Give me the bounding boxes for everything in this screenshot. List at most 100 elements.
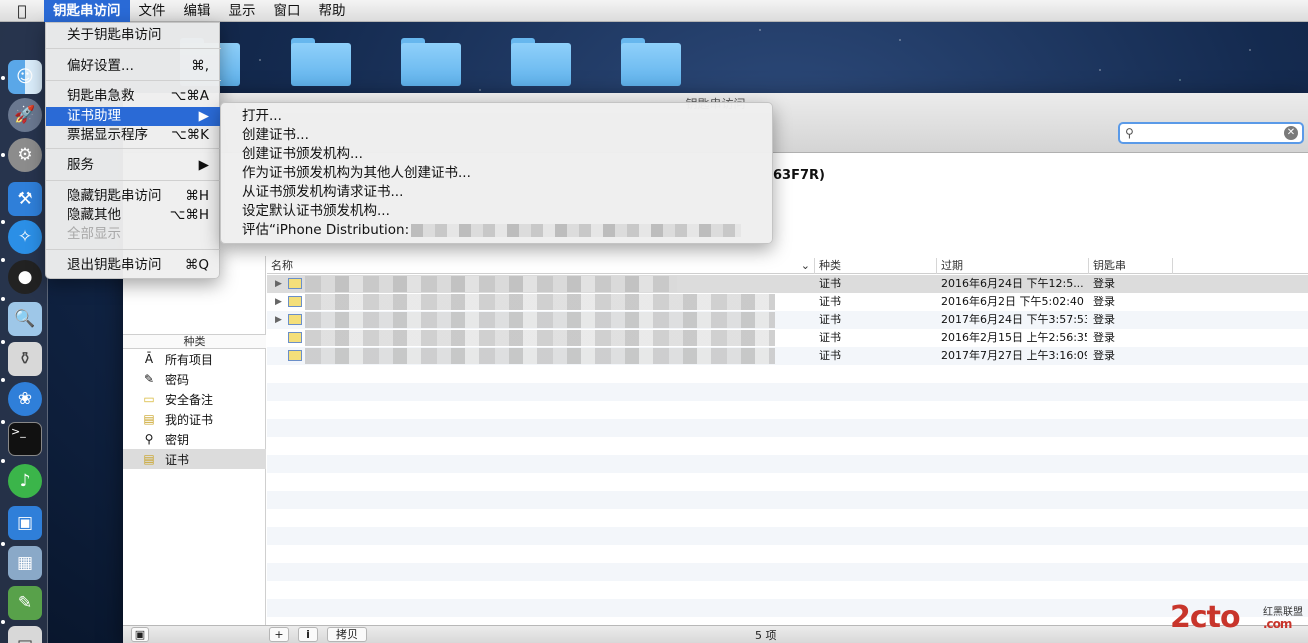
password-icon: ✎ (143, 372, 155, 386)
menu-edit[interactable]: 编辑 (175, 0, 220, 22)
desktop-folder-icon[interactable] (621, 38, 681, 86)
empty-row (267, 437, 1308, 455)
copy-button[interactable]: 拷贝 (327, 627, 367, 642)
category-label: 我的证书 (165, 412, 214, 427)
running-indicator (1, 76, 5, 80)
empty-row (267, 563, 1308, 581)
running-indicator (1, 258, 5, 262)
row-keychain: 登录 (1093, 295, 1115, 308)
empty-row (267, 455, 1308, 473)
redacted-name (305, 330, 775, 346)
desktop-folder-icon[interactable] (511, 38, 571, 86)
category-passwords[interactable]: ✎ 密码 (123, 369, 266, 389)
submenu-item-request-from-ca[interactable]: 从证书颁发机构请求证书... (221, 183, 774, 202)
category-label: 安全备注 (165, 392, 214, 407)
menu-file[interactable]: 文件 (130, 0, 175, 22)
submenu-item-evaluate[interactable]: 评估“iPhone Distribution: (221, 221, 774, 240)
disclosure-triangle-icon[interactable]: ▶ (275, 311, 282, 329)
category-certificates[interactable]: ▤ 证书 (123, 449, 266, 469)
category-header: 种类 (123, 334, 266, 349)
table-row[interactable]: ▶ 证书 2016年6月2日 下午5:02:40 登录 (267, 293, 1308, 311)
column-header-kind[interactable]: 种类 (815, 258, 937, 274)
preview-icon[interactable]: 🔍 (8, 302, 42, 336)
running-indicator (1, 340, 5, 344)
photo-app-icon[interactable]: ▦ (8, 546, 42, 580)
music-app-icon[interactable]: ♪ (8, 464, 42, 498)
table-row[interactable]: 证书 2017年7月27日 上午3:16:09 登录 (267, 347, 1308, 365)
column-header-name[interactable]: 名称 ⌄ (267, 258, 815, 274)
disclosure-triangle-icon[interactable]: ▶ (275, 293, 282, 311)
menu-item-quit[interactable]: 退出钥匙串访问 ⌘Q (46, 256, 221, 275)
certificate-icon (288, 350, 302, 361)
submenu-item-create-certificate[interactable]: 创建证书... (221, 126, 774, 145)
column-label: 名称 (271, 259, 293, 272)
category-all-items[interactable]: Ā 所有项目 (123, 349, 266, 369)
menu-separator (46, 148, 221, 149)
table-row[interactable]: 证书 2016年2月15日 上午2:56:35 登录 (267, 329, 1308, 347)
submenu-item-set-default-ca[interactable]: 设定默认证书颁发机构... (221, 202, 774, 221)
simulator-icon[interactable]: ▣ (8, 506, 42, 540)
safari-icon[interactable]: ✧ (8, 220, 42, 254)
redacted-name (305, 294, 775, 310)
submenu-item-create-ca[interactable]: 创建证书颁发机构... (221, 145, 774, 164)
search-icon: ⚲ (1125, 126, 1134, 140)
xcode-icon[interactable]: ⚒ (8, 182, 42, 216)
running-indicator (1, 153, 5, 157)
menu-item-first-aid[interactable]: 钥匙串急救 ⌥⌘A (46, 87, 221, 106)
table-row[interactable]: ▶ 证书 2016年6月24日 下午12:5... 登录 (267, 275, 1308, 293)
system-preferences-icon[interactable]: ⚙ (8, 138, 42, 172)
menu-separator (46, 80, 221, 81)
redacted-name (305, 276, 677, 292)
desktop-folder-icon[interactable] (401, 38, 461, 86)
search-field[interactable]: ⚲ ✕ (1118, 122, 1304, 144)
category-keys[interactable]: ⚲ 密钥 (123, 429, 266, 449)
screen-app-icon[interactable]: ▭ (8, 626, 42, 643)
add-item-button[interactable]: + (269, 627, 289, 642)
apple-menu-icon[interactable]:  (0, 2, 44, 20)
menu-item-services[interactable]: 服务 ▶ (46, 156, 221, 175)
launchpad-icon[interactable]: 🚀 (8, 98, 42, 132)
category-label: 密钥 (165, 432, 190, 447)
menu-item-hide[interactable]: 隐藏钥匙串访问 ⌘H (46, 187, 221, 206)
menu-item-preferences[interactable]: 偏好设置... ⌘, (46, 57, 221, 76)
clear-search-icon[interactable]: ✕ (1284, 126, 1298, 140)
category-label: 所有项目 (165, 352, 214, 367)
desktop-folder-icon[interactable] (291, 38, 351, 86)
redacted-name (305, 312, 775, 328)
toggle-sidebar-button[interactable]: ▣ (131, 627, 149, 642)
category-secure-notes[interactable]: ▭ 安全备注 (123, 389, 266, 409)
search-input[interactable] (1142, 125, 1282, 141)
menu-item-ticket-viewer[interactable]: 票据显示程序 ⌥⌘K (46, 126, 221, 145)
column-header-expires[interactable]: 过期 (937, 258, 1089, 274)
info-button[interactable]: i (298, 627, 318, 642)
row-expires: 2016年2月15日 上午2:56:35 (941, 331, 1087, 344)
baidu-icon[interactable]: ❀ (8, 382, 42, 416)
category-my-certificates[interactable]: ▤ 我的证书 (123, 409, 266, 429)
terminal-icon[interactable]: >_ (8, 422, 42, 456)
finder-icon[interactable]: ☺ (8, 60, 42, 94)
cert-icon: ▤ (143, 452, 155, 466)
empty-row (267, 545, 1308, 563)
menu-item-hide-others[interactable]: 隐藏其他 ⌥⌘H (46, 206, 221, 225)
table-row[interactable]: ▶ 证书 2017年6月24日 下午3:57:53 登录 (267, 311, 1308, 329)
menu-window[interactable]: 窗口 (265, 0, 310, 22)
keychain-icon[interactable]: ⚱ (8, 342, 42, 376)
sidebar: 种类 Ā 所有项目 ✎ 密码 ▭ 安全备注 ▤ 我的证书 ⚲ 密钥 ▤ 证书 (123, 256, 266, 625)
column-header-keychain[interactable]: 钥匙串 (1089, 258, 1173, 274)
certificate-icon (288, 278, 302, 289)
submenu-item-create-for-others[interactable]: 作为证书颁发机构为其他人创建证书... (221, 164, 774, 183)
key-icon: ⚲ (144, 432, 154, 446)
row-kind: 证书 (819, 331, 841, 344)
disclosure-triangle-icon[interactable]: ▶ (275, 275, 282, 293)
empty-row (267, 509, 1308, 527)
submenu-item-open[interactable]: 打开... (221, 107, 774, 126)
menu-keychain-access[interactable]: 钥匙串访问 (44, 0, 130, 22)
row-kind: 证书 (819, 349, 841, 362)
evernote-icon[interactable]: ✎ (8, 586, 42, 620)
menu-view[interactable]: 显示 (220, 0, 265, 22)
menu-help[interactable]: 帮助 (310, 0, 355, 22)
qq-icon[interactable]: ● (8, 260, 42, 294)
menu-item-certificate-assistant[interactable]: 证书助理 ▶ (46, 107, 221, 126)
empty-row (267, 491, 1308, 509)
menu-item-about[interactable]: 关于钥匙串访问 (46, 26, 221, 45)
